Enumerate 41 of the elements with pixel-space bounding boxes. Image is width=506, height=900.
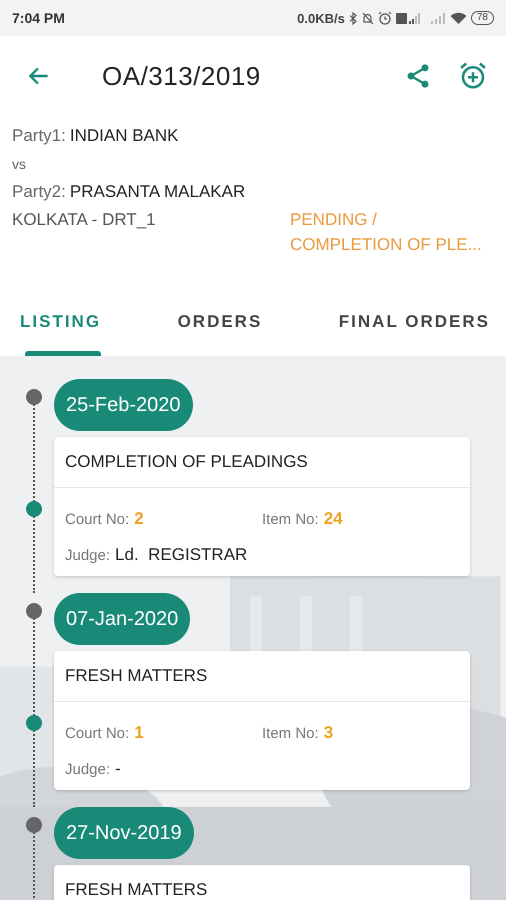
judge-name: Ld. REGISTRAR [115,545,248,565]
court-number: 2 [134,509,144,529]
item-label: Item No: [262,725,319,742]
judge-label: Judge: [65,760,110,778]
battery-indicator: 78 [470,11,494,25]
bluetooth-icon [348,12,357,24]
versus-text: vs [12,155,26,174]
bench-text: KOLKATA - DRT_1 [12,209,157,231]
alarm-icon [378,11,392,25]
listing-title: FRESH MATTERS [65,666,208,686]
date-pill: 07-Jan-2020 [54,593,190,645]
date-pill: 25-Feb-2020 [54,379,193,431]
item-label: Item No: [262,511,319,528]
signal-icon [430,12,446,24]
case-number-title: OA/313/2019 [102,60,262,92]
tab[interactable]: LISTING [20,296,102,356]
date-pill: 27-Nov-2019 [54,807,194,859]
listing-card[interactable]: FRESH MATTERS Court No: 1 Item No: 3 Judge: - [54,651,470,790]
court-number: 1 [134,723,144,743]
party-name: INDIAN BANK [70,125,178,147]
muted-bell-icon [360,12,374,24]
tab[interactable]: ORDERS [178,296,262,356]
judge-label: Judge: [65,546,110,564]
party-name: PRASANTA MALAKAR [70,181,246,203]
add-alarm-icon[interactable] [458,61,488,91]
listing-title: FRESH MATTERS [65,880,208,900]
party-label: Party1: [12,125,66,147]
listing-title: COMPLETION OF PLEADINGS [65,452,308,472]
tab[interactable]: FINAL ORDERS [338,296,490,356]
judge-name: - [115,759,121,779]
party-label: Party2: [12,181,66,203]
listing-card[interactable]: FRESH MATTERS [54,865,470,900]
court-label: Court No: [65,725,130,742]
wifi-icon [450,12,467,24]
network-speed: 0.0KB/s [297,10,345,26]
court-label: Court No: [65,511,130,528]
case-status: PENDING / COMPLETION OF PLE... [290,209,483,256]
item-number: 24 [324,509,343,529]
item-number: 3 [324,723,334,743]
status-time: 7:04 PM [12,10,65,26]
listing-card[interactable]: COMPLETION OF PLEADINGS Court No: 2 Item No: 24 Judge: Ld. REGISTRAR [54,437,470,576]
